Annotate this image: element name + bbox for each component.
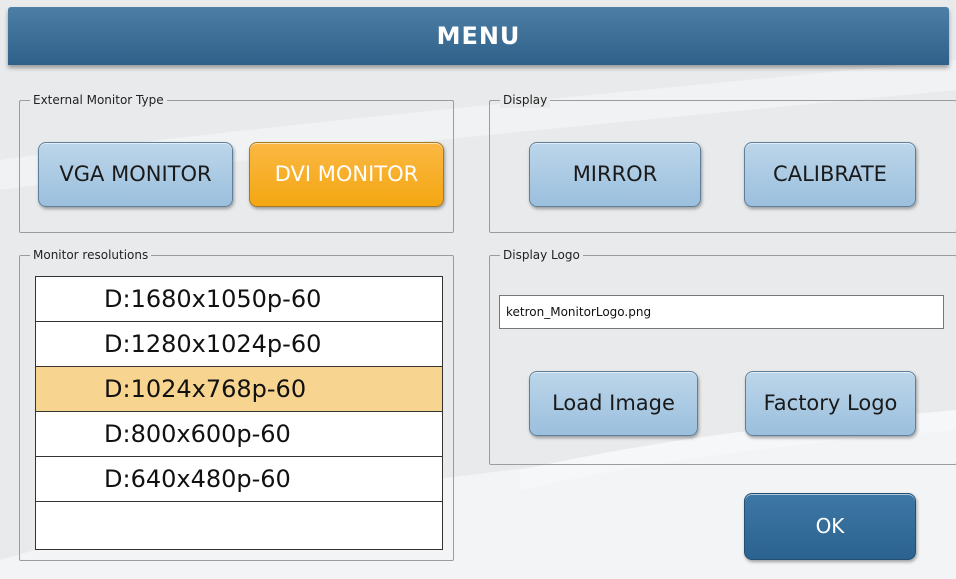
page-title: MENU	[436, 22, 521, 50]
calibrate-label: CALIBRATE	[773, 162, 887, 186]
resolution-label: D:1280x1024p-60	[104, 330, 322, 358]
resolution-item-selected[interactable]: D:1024x768p-60	[36, 367, 442, 412]
logo-file-field[interactable]: ketron_MonitorLogo.png	[499, 295, 944, 329]
resolution-label: D:1024x768p-60	[104, 375, 307, 403]
calibrate-button[interactable]: CALIBRATE	[744, 142, 916, 207]
resolution-label: D:640x480p-60	[104, 465, 291, 493]
mirror-label: MIRROR	[572, 162, 658, 186]
resolution-label: D:1680x1050p-60	[104, 285, 322, 313]
resolution-item-empty[interactable]	[36, 502, 442, 547]
ok-label: OK	[815, 514, 845, 538]
vga-monitor-button[interactable]: VGA MONITOR	[38, 142, 233, 207]
resolution-item[interactable]: D:1280x1024p-60	[36, 322, 442, 367]
vga-monitor-label: VGA MONITOR	[59, 162, 212, 186]
resolution-list[interactable]: D:1680x1050p-60 D:1280x1024p-60 D:1024x7…	[35, 276, 443, 550]
dvi-monitor-button[interactable]: DVI MONITOR	[249, 142, 444, 207]
external-monitor-legend: External Monitor Type	[30, 92, 167, 108]
title-bar: MENU	[8, 7, 949, 65]
resolution-item[interactable]: D:800x600p-60	[36, 412, 442, 457]
load-image-label: Load Image	[552, 391, 675, 415]
resolution-label: D:800x600p-60	[104, 420, 291, 448]
display-logo-legend: Display Logo	[500, 247, 583, 263]
load-image-button[interactable]: Load Image	[529, 371, 698, 436]
resolution-item[interactable]: D:1680x1050p-60	[36, 277, 442, 322]
factory-logo-button[interactable]: Factory Logo	[745, 371, 916, 436]
resolution-item[interactable]: D:640x480p-60	[36, 457, 442, 502]
ok-button[interactable]: OK	[744, 493, 916, 560]
monitor-resolutions-legend: Monitor resolutions	[30, 247, 152, 263]
dvi-monitor-label: DVI MONITOR	[274, 162, 419, 186]
display-legend: Display	[500, 92, 551, 108]
mirror-button[interactable]: MIRROR	[529, 142, 701, 207]
factory-logo-label: Factory Logo	[763, 391, 898, 415]
